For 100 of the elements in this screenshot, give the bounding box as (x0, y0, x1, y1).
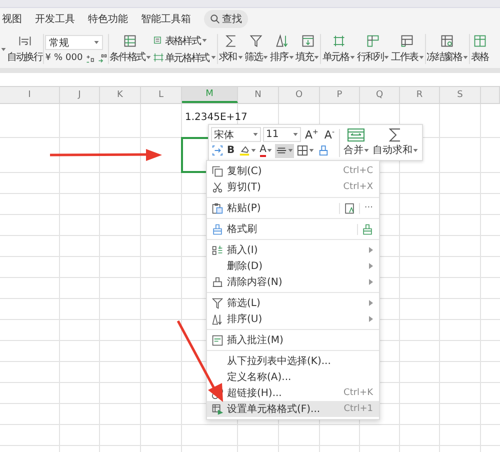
align-center-icon (276, 145, 288, 156)
menu-item[interactable]: 定义名称(A)... (207, 369, 379, 385)
align-button[interactable] (275, 144, 294, 158)
column-header[interactable]: O (279, 87, 320, 103)
borders-icon (297, 145, 308, 156)
column-header[interactable]: K (100, 87, 141, 103)
worksheet-icon (400, 34, 414, 48)
menu-item[interactable]: 插入批注(M) (207, 332, 379, 348)
wrap-text-icon (18, 34, 32, 48)
shortcut-text: Ctrl+1 (344, 404, 373, 414)
ribbon-button[interactable]: 填充 (296, 34, 320, 64)
format-button[interactable]: 000 (66, 53, 83, 63)
menu-item[interactable]: 剪切(T) Ctrl+X (207, 179, 379, 195)
merge-button[interactable]: 合并 (343, 128, 370, 157)
menu-item[interactable]: 清除内容(N) (207, 274, 379, 290)
caret-icon (293, 133, 298, 136)
grow-font-button[interactable]: A$^{+}$ (303, 128, 320, 142)
menu-item[interactable]: 删除(D) (207, 258, 379, 274)
ribbon-button[interactable]: 条件格式 (110, 34, 151, 64)
table-style-icon (152, 35, 164, 46)
ribbon-button[interactable]: 单元格样式 (152, 50, 216, 64)
menu-item[interactable]: 排序(U) (207, 311, 379, 327)
menu-item[interactable]: 粘贴(P) ··· (207, 200, 379, 216)
autosum-button[interactable]: 自动求和 (372, 128, 418, 157)
font-color-button[interactable]: A (258, 144, 274, 158)
ribbon-tab[interactable]: 智能工具箱 (141, 12, 191, 26)
menu-item[interactable]: 设置单元格格式(F)... Ctrl+1 (207, 401, 379, 417)
more-options[interactable]: ··· (364, 203, 373, 213)
column-header[interactable]: N (238, 87, 279, 103)
paint-bucket-icon (238, 145, 250, 156)
paste-icon (212, 202, 223, 214)
wrap-button[interactable] (211, 144, 224, 158)
filter-icon (249, 34, 264, 48)
insert-icon (212, 244, 223, 256)
shortcut-text: Ctrl+X (343, 182, 373, 192)
column-header[interactable]: I (0, 87, 60, 103)
font-size-dropdown[interactable]: 11 (263, 127, 301, 142)
search-icon (210, 14, 220, 24)
merge-cells-icon (347, 128, 366, 142)
ribbon-button[interactable]: 求和 (218, 34, 243, 64)
rows-columns-icon (366, 34, 380, 48)
number-format-dropdown[interactable]: 常规 (45, 35, 104, 50)
fill-color-button[interactable] (238, 144, 257, 158)
brush-icon (212, 224, 223, 234)
scissors-icon (212, 182, 223, 192)
ribbon-button[interactable]: 冻结窗格 (426, 34, 468, 64)
menu-item[interactable]: 从下拉列表中选择(K)... (207, 353, 379, 369)
menu-item[interactable]: 插入(I) (207, 242, 379, 258)
freeze-panes-icon (440, 34, 454, 48)
wrap-text-icon (212, 145, 223, 156)
caret-icon (364, 148, 370, 152)
comment-icon (212, 334, 223, 346)
ribbon-button[interactable]: 单元格 (322, 34, 355, 64)
sort-icon (212, 314, 223, 324)
menu-item[interactable]: 复制(C) Ctrl+C (207, 163, 379, 179)
column-header[interactable]: R (400, 87, 440, 103)
shrink-font-button[interactable]: A$^{-}$ (322, 128, 336, 142)
brush-icon[interactable] (362, 224, 373, 234)
eraser-icon (318, 145, 330, 156)
fill-down-icon (300, 34, 315, 48)
border-button[interactable] (296, 144, 316, 158)
ribbon-tab[interactable]: 特色功能 (88, 12, 128, 26)
ribbon-tab[interactable]: 视图 (2, 12, 22, 26)
cell-style-icon (152, 52, 164, 63)
caret-icon (413, 148, 418, 152)
ribbon-button[interactable]: 表格样式 (152, 34, 216, 48)
increase-decimal-icon[interactable] (86, 54, 95, 62)
filter-icon (212, 298, 223, 308)
cell-text: 1.2345E+17 (185, 112, 248, 123)
copy-icon (212, 166, 223, 176)
format-button[interactable]: % (54, 53, 62, 63)
sum-icon (224, 34, 238, 48)
ribbon-button[interactable]: 筛选 (244, 34, 268, 64)
decrease-decimal-icon[interactable] (98, 54, 107, 62)
column-header[interactable]: P (320, 87, 360, 103)
font-dropdown[interactable]: 宋体 (211, 127, 261, 142)
caret-icon (1, 48, 6, 50)
sort-icon (274, 34, 289, 48)
format-button[interactable]: ¥ (45, 53, 51, 63)
table-icon (472, 34, 487, 48)
bold-button[interactable]: B (226, 144, 236, 158)
column-header[interactable]: Q (360, 87, 400, 103)
cell-icon (332, 34, 346, 48)
caret-icon (253, 133, 258, 136)
clear-format-button[interactable] (317, 144, 330, 158)
table-grid-icon (123, 34, 138, 48)
ribbon-button[interactable]: 自动换行 (7, 34, 42, 64)
search-button[interactable]: 查找 (204, 10, 248, 28)
paste-values-icon[interactable] (344, 202, 356, 214)
column-header[interactable]: S (440, 87, 481, 103)
caret-icon (94, 41, 100, 44)
ribbon-button[interactable]: 排序 (270, 34, 294, 64)
menu-item[interactable]: 超链接(H)... Ctrl+K (207, 385, 379, 401)
ribbon-button[interactable]: 行和列 (356, 34, 390, 64)
column-header[interactable]: J (60, 87, 100, 103)
ribbon-button[interactable]: 工作表 (391, 34, 424, 64)
ribbon-button[interactable]: 表格 (470, 34, 488, 64)
menu-item[interactable]: 筛选(L) (207, 295, 379, 311)
menu-item[interactable]: 格式刷 (207, 221, 379, 237)
ribbon-tab[interactable]: 开发工具 (35, 12, 75, 26)
